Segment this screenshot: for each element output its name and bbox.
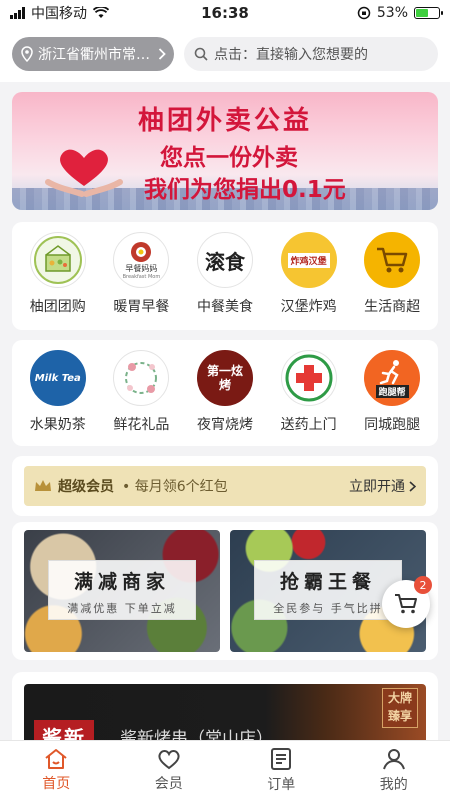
vip-title: 超级会员: [58, 479, 114, 495]
flower-wreath-icon: [113, 350, 170, 406]
promo-label-box: 抢霸王餐 全民参与 手气比拼: [254, 560, 402, 620]
chinese-food-logo-icon: 滚食: [196, 232, 253, 288]
milk-tea-logo-icon: Milk Tea: [29, 350, 86, 406]
nav-profile[interactable]: 我的: [338, 741, 450, 800]
category-label: 同城跑腿: [364, 417, 421, 433]
category-pharmacy[interactable]: 送药上门: [268, 350, 350, 434]
orientation-lock-icon: [357, 6, 371, 20]
bbq-logo-icon: 第一炫烤: [196, 350, 253, 406]
search-input[interactable]: 点击：直接输入您想要的: [184, 37, 438, 71]
category-breakfast[interactable]: 早餐妈妈 Breakfast Mom 暖胃早餐: [100, 232, 182, 316]
location-text: 浙江省衢州市常…: [38, 47, 150, 63]
chinese-food-logo-text: 滚食: [204, 249, 245, 274]
floating-cart-button[interactable]: 2: [382, 576, 432, 628]
pharmacy-cross-icon: [280, 350, 337, 406]
category-label: 水果奶茶: [29, 417, 86, 433]
charity-banner[interactable]: 柚团外卖公益 您点一份外卖 我们为您捐出0.1元: [12, 92, 438, 210]
category-tuangou[interactable]: 柚团团购: [17, 232, 99, 316]
category-bbq[interactable]: 第一炫烤 夜宵烧烤: [184, 350, 266, 434]
category-label: 夜宵烧烤: [196, 417, 253, 433]
vip-subtitle: • 每月领6个红包: [122, 479, 228, 495]
premium-badge: 大牌臻享: [382, 688, 418, 728]
battery-level: [416, 9, 428, 17]
chevron-right-icon: [409, 480, 416, 492]
cart-count-badge: 2: [414, 576, 432, 594]
battery-percent: 53%: [376, 5, 408, 21]
category-label: 生活商超: [364, 299, 421, 315]
home-icon: [45, 749, 67, 769]
nav-label: 我的: [379, 777, 408, 793]
milk-tea-logo-text: Milk Tea: [34, 372, 81, 384]
status-bar: 中国移动 16:38 53%: [0, 0, 450, 26]
nav-label: 会员: [154, 776, 183, 792]
search-icon: [194, 47, 208, 61]
category-burger[interactable]: 炸鸡汉堡 汉堡炸鸡: [268, 232, 350, 316]
bottom-nav: 首页 会员 订单 我的: [0, 740, 450, 800]
category-label: 暖胃早餐: [113, 299, 170, 315]
nav-label: 订单: [267, 777, 296, 793]
promo-card-discount[interactable]: 满减商家 满减优惠 下单立减: [24, 530, 220, 652]
category-label: 鲜花礼品: [113, 417, 170, 433]
carrier-name: 中国移动: [31, 6, 87, 22]
battery-icon: [414, 7, 443, 19]
promo-title: 满减商家: [73, 571, 170, 593]
banner-line2: 您点一份外卖: [160, 145, 298, 171]
vip-open-button[interactable]: 立即开通: [349, 476, 416, 496]
breakfast-logo-icon: 早餐妈妈 Breakfast Mom: [113, 232, 170, 288]
profile-icon: [382, 749, 405, 770]
errand-logo-text: 跑腿帮: [375, 384, 409, 398]
breakfast-logo-text: 早餐妈妈: [125, 263, 158, 273]
shopping-cart-icon: [395, 594, 417, 614]
promo-label-box: 满减商家 满减优惠 下单立减: [48, 560, 196, 620]
search-placeholder: 点击：直接输入您想要的: [214, 47, 368, 63]
heart-hands-icon: [45, 149, 123, 197]
nav-member[interactable]: 会员: [113, 741, 226, 800]
location-selector[interactable]: 浙江省衢州市常…: [12, 37, 174, 71]
promo-title: 抢霸王餐: [279, 571, 376, 593]
category-milk-tea[interactable]: Milk Tea 水果奶茶: [17, 350, 99, 434]
crown-icon: [35, 480, 51, 491]
signal-icon: [10, 7, 25, 19]
burger-logo-text: 炸鸡汉堡: [287, 252, 330, 268]
clock: 16:38: [201, 4, 249, 22]
header: 浙江省衢州市常… 点击：直接输入您想要的: [0, 26, 450, 82]
category-errand[interactable]: 跑腿帮 同城跑腿: [351, 350, 433, 434]
grocery-basket-icon: [29, 232, 86, 288]
wifi-icon: [93, 7, 109, 18]
vip-banner[interactable]: 超级会员 • 每月领6个红包 立即开通: [24, 466, 426, 506]
nav-home[interactable]: 首页: [0, 741, 113, 800]
vip-open-label: 立即开通: [349, 479, 405, 495]
heart-icon: [158, 750, 180, 770]
category-supermarket[interactable]: 生活商超: [351, 232, 433, 316]
category-flowers[interactable]: 鲜花礼品: [100, 350, 182, 434]
breakfast-logo-subtext: Breakfast Mom: [122, 273, 161, 280]
category-panel-1: 柚团团购 早餐妈妈 Breakfast Mom 暖胃早餐 滚食 中餐美食 炸鸡汉…: [12, 222, 438, 330]
nav-label: 首页: [42, 776, 71, 792]
promo-subtitle: 全民参与 手气比拼: [273, 602, 383, 615]
burger-logo-icon: 炸鸡汉堡: [280, 232, 337, 288]
category-label: 汉堡炸鸡: [280, 299, 337, 315]
promo-subtitle: 满减优惠 下单立减: [67, 602, 177, 615]
category-label: 中餐美食: [196, 299, 253, 315]
category-label: 送药上门: [280, 417, 337, 433]
banner-title: 柚团外卖公益: [137, 106, 312, 136]
banner-line3: 我们为您捐出0.1元: [144, 177, 346, 203]
chevron-right-icon: [158, 48, 166, 60]
nav-orders[interactable]: 订单: [225, 741, 338, 800]
running-man-icon: 跑腿帮: [364, 350, 421, 406]
location-pin-icon: [21, 46, 33, 62]
category-label: 柚团团购: [29, 299, 86, 315]
category-panel-2: Milk Tea 水果奶茶 鲜花礼品 第一炫烤 夜宵烧烤 送药上门 跑腿帮 同城…: [12, 340, 438, 446]
shopping-cart-icon: [364, 232, 421, 288]
category-chinese-food[interactable]: 滚食 中餐美食: [184, 232, 266, 316]
order-icon: [271, 748, 292, 770]
bbq-logo-text: 第一炫烤: [206, 364, 243, 392]
